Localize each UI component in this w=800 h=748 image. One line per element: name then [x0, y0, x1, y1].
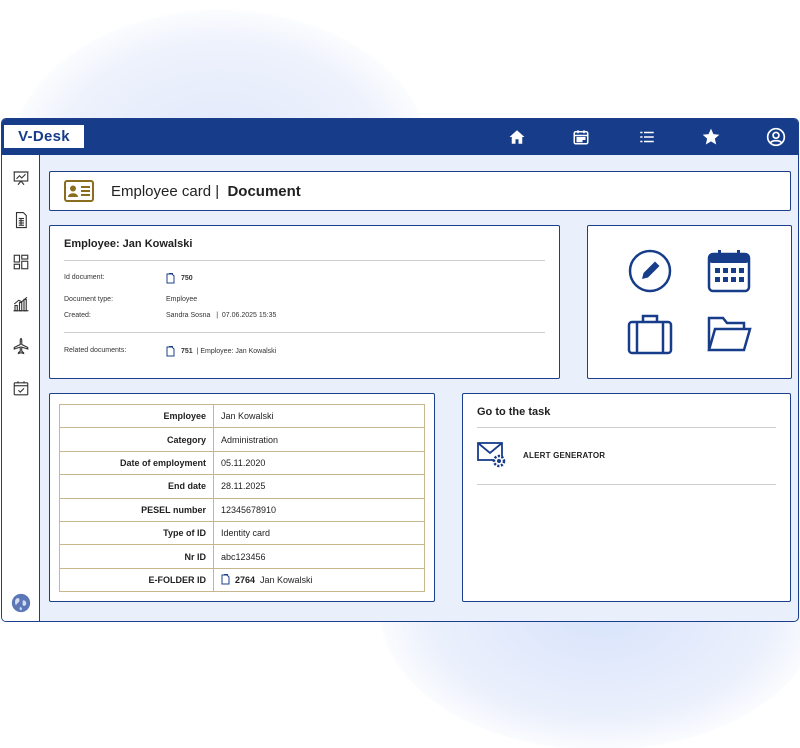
- calendar-icon[interactable]: [570, 126, 592, 148]
- document-table-icon[interactable]: [11, 210, 31, 230]
- list-icon[interactable]: [636, 126, 658, 148]
- page-header: Employee card | Document: [49, 171, 791, 211]
- document-icon: [166, 273, 175, 284]
- related-documents-label: Related documents:: [64, 347, 127, 354]
- app-logo[interactable]: V-Desk: [4, 125, 84, 148]
- employee-details-panel: Employee Jan Kowalski Category Administrat…: [49, 393, 435, 602]
- document-type-label: Document type:: [64, 296, 114, 303]
- related-document-link[interactable]: 751 | Employee: Jan Kowalski: [166, 346, 276, 357]
- calendar-grid-icon[interactable]: [706, 248, 752, 294]
- table-row: Type of ID Identity card: [59, 520, 425, 546]
- document-icon: [221, 574, 230, 585]
- document-type-value: Employee: [166, 296, 198, 303]
- document-icon: [166, 346, 175, 357]
- mail-gear-icon: [477, 442, 506, 468]
- id-card-icon: [64, 180, 94, 202]
- id-document-label: Id document:: [64, 274, 105, 281]
- task-alert-generator[interactable]: ALERT GENERATOR: [477, 442, 605, 468]
- dashboard-icon[interactable]: [11, 252, 31, 272]
- table-row: Nr ID abc123456: [59, 544, 425, 569]
- folder-open-icon[interactable]: [706, 311, 752, 357]
- page-title-main: Document: [227, 183, 301, 200]
- calendar-check-icon[interactable]: [11, 378, 31, 398]
- employee-details-table: Employee Jan Kowalski Category Administrat…: [59, 403, 425, 593]
- actions-panel: [587, 225, 792, 379]
- sidebar: [2, 155, 40, 621]
- bar-chart-icon[interactable]: [11, 294, 31, 314]
- task-panel-title: Go to the task: [477, 406, 551, 418]
- app-window: V-Desk Employee card | Document Employee…: [1, 118, 799, 622]
- page-title: Employee card | Document: [111, 183, 301, 200]
- table-row: Category Administration: [59, 427, 425, 452]
- presentation-chart-icon[interactable]: [11, 168, 31, 188]
- divider: [477, 427, 776, 428]
- id-document-value[interactable]: 750: [166, 273, 193, 284]
- plane-icon[interactable]: [11, 336, 31, 356]
- home-icon[interactable]: [506, 126, 528, 148]
- divider: [64, 332, 545, 333]
- created-label: Created:: [64, 312, 91, 319]
- top-bar: V-Desk: [2, 119, 798, 155]
- divider: [64, 260, 545, 261]
- task-label: ALERT GENERATOR: [523, 450, 606, 460]
- table-row: E-FOLDER ID 2764 Jan Kowalski: [59, 567, 425, 593]
- table-row: Employee Jan Kowalski: [59, 403, 425, 429]
- globe-icon[interactable]: [11, 593, 31, 613]
- go-to-task-panel: Go to the task ALERT GENERATOR: [462, 393, 791, 602]
- info-title: Employee: Jan Kowalski: [64, 238, 193, 250]
- table-row: End date 28.11.2025: [59, 474, 425, 499]
- briefcase-icon[interactable]: [627, 311, 673, 357]
- created-value: Sandra Sosna | 07.06.2025 15:35: [166, 312, 277, 319]
- divider: [477, 484, 776, 485]
- table-row: Date of employment 05.11.2020: [59, 450, 425, 476]
- table-row: PESEL number 12345678910: [59, 497, 425, 522]
- star-icon[interactable]: [700, 126, 722, 148]
- page-title-prefix: Employee card |: [111, 183, 220, 200]
- user-circle-icon[interactable]: [765, 126, 787, 148]
- document-info-panel: Employee: Jan Kowalski Id document: 750 …: [49, 225, 560, 379]
- e-folder-link[interactable]: 2764 Jan Kowalski: [213, 567, 425, 593]
- edit-pencil-icon[interactable]: [627, 248, 673, 294]
